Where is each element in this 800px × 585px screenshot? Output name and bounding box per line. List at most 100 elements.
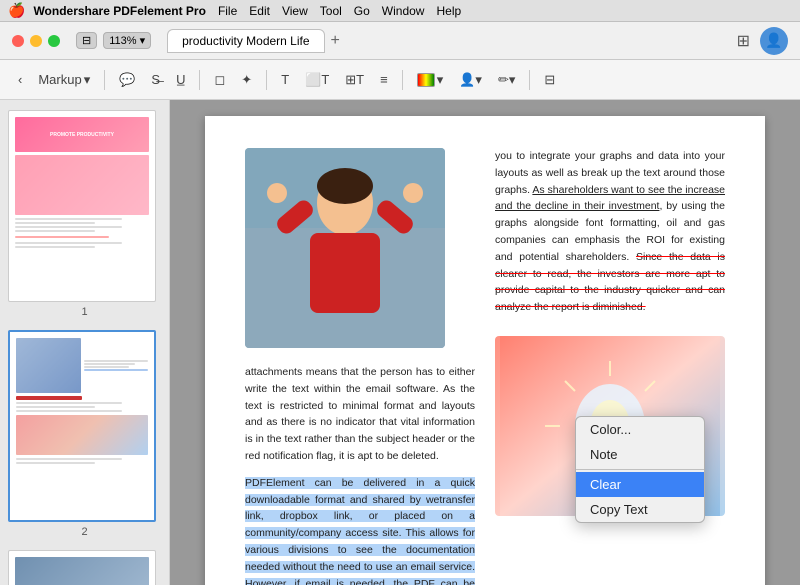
menu-tool[interactable]: Tool [320, 4, 342, 18]
thumb-img-2[interactable] [8, 330, 156, 522]
toolbar: ‹ Markup ▾ 💬 S̶ U̲ ◻ ✦ T ⬜T ⊞T ≡ ▾ 👤▾ ✏▾… [0, 60, 800, 100]
thumb-line [15, 242, 122, 244]
thumb-lines-2b [16, 458, 148, 464]
eraser-tool[interactable]: ◻ [208, 69, 231, 91]
thumb-cols-2 [16, 338, 148, 393]
doc-two-col: attachments means that the person has to… [245, 148, 725, 585]
context-menu: Color... Note Clear Copy Text [575, 416, 705, 523]
sidebar-toggle[interactable]: ⊟ [76, 32, 97, 49]
menu-go[interactable]: Go [354, 4, 370, 18]
app-name: Wondershare PDFelement Pro [33, 4, 206, 18]
align-tool[interactable]: ≡ [374, 69, 394, 90]
current-tab[interactable]: productivity Modern Life [167, 29, 324, 53]
thumb-line [15, 226, 122, 228]
pen-tool[interactable]: ✏▾ [492, 69, 521, 91]
thumb-img-3[interactable] [8, 550, 156, 585]
thumb-line [84, 369, 149, 371]
thumb-lines-1 [15, 218, 149, 248]
grid-icon[interactable]: ⊞ [733, 29, 754, 53]
thumb-content-1: PROMOTE PRODUCTIVITY [9, 111, 155, 301]
zoom-control[interactable]: 113% ▾ [103, 32, 151, 49]
comment-tool[interactable]: 💬 [113, 69, 141, 91]
menu-view[interactable]: View [282, 4, 308, 18]
thumb-line [16, 402, 122, 404]
page-thumb-1[interactable]: PROMOTE PRODUCTIVITY 1 [8, 110, 161, 318]
color-rect-tool[interactable]: ▾ [411, 69, 450, 91]
main-photo-svg [245, 148, 445, 348]
markup-dropdown[interactable]: Markup ▾ [32, 69, 96, 91]
ctx-color[interactable]: Color... [576, 417, 704, 442]
strikethrough-span: Since the data is clearer to read, the i… [495, 251, 725, 313]
underline-tool[interactable]: U̲ [170, 69, 191, 90]
window-controls: ⊟ 113% ▾ [76, 32, 151, 49]
thumb-left-img-2 [16, 338, 81, 393]
menu-window[interactable]: Window [382, 4, 425, 18]
main-layout: PROMOTE PRODUCTIVITY 1 [0, 100, 800, 585]
thumb-top-img-3 [15, 557, 149, 585]
thumb-line [15, 246, 95, 248]
clear-tool[interactable]: ✦ [235, 69, 258, 91]
underline-span: As shareholders want to see the increase… [495, 184, 725, 213]
thumb-line [15, 230, 95, 232]
doc-right-para: you to integrate your graphs and data in… [495, 148, 725, 316]
thumb-content-2 [10, 332, 154, 520]
title-bar-right: ⊞ 👤 [733, 27, 788, 55]
thumb-line [15, 236, 109, 238]
color-swatch-icon [417, 73, 435, 87]
thumb-title-1: PROMOTE PRODUCTIVITY [50, 132, 114, 138]
menu-file[interactable]: File [218, 4, 237, 18]
close-button[interactable] [12, 35, 24, 47]
thumb-line [16, 406, 95, 408]
apple-menu[interactable]: 🍎 [8, 2, 25, 19]
thumb-line [16, 462, 95, 464]
menu-edit[interactable]: Edit [249, 4, 270, 18]
tab-label: productivity Modern Life [182, 34, 309, 48]
ctx-clear[interactable]: Clear [576, 472, 704, 497]
ctx-separator [576, 469, 704, 470]
thumb-line [16, 410, 122, 412]
text-tool[interactable]: T [275, 69, 295, 90]
doc-para-highlight: PDFElement can be delivered in a quick d… [245, 475, 475, 585]
thumb-lines-2 [16, 402, 148, 412]
thumb-line [84, 360, 149, 362]
user-avatar[interactable]: 👤 [760, 27, 788, 55]
thumb-right-text-2 [84, 338, 149, 393]
doc-main-image [245, 148, 445, 348]
tab-bar: productivity Modern Life + [167, 29, 724, 53]
thumb-line [16, 458, 122, 460]
maximize-button[interactable] [48, 35, 60, 47]
thumb-bottom-img-2 [16, 415, 148, 455]
back-button[interactable]: ‹ [12, 69, 28, 90]
ctx-note[interactable]: Note [576, 442, 704, 467]
doc-area: attachments means that the person has to… [170, 100, 800, 585]
page-thumb-3[interactable]: 3 [8, 550, 161, 585]
markup-label: Markup [38, 72, 81, 87]
thumb-hero-1 [15, 155, 149, 215]
doc-right-col: you to integrate your graphs and data in… [495, 148, 725, 585]
minimize-button[interactable] [30, 35, 42, 47]
thumb-line [84, 366, 129, 368]
traffic-lights [12, 35, 60, 47]
menu-items: File Edit View Tool Go Window Help [218, 4, 461, 18]
panel-toggle[interactable]: ⊟ [538, 69, 561, 91]
thumb-header-1: PROMOTE PRODUCTIVITY [15, 117, 149, 152]
page-thumb-2[interactable]: 2 [8, 330, 161, 538]
menu-bar: 🍎 Wondershare PDFelement Pro File Edit V… [0, 0, 800, 22]
sidebar: PROMOTE PRODUCTIVITY 1 [0, 100, 170, 585]
textbox-tool[interactable]: ⬜T [299, 69, 335, 91]
separator-2 [199, 70, 200, 90]
new-tab-button[interactable]: + [331, 32, 340, 50]
doc-left-col: attachments means that the person has to… [245, 148, 475, 585]
page-num-1: 1 [8, 306, 161, 318]
callout-tool[interactable]: ⊞T [339, 69, 370, 91]
thumb-reports-2 [16, 396, 82, 400]
thumb-line [15, 218, 122, 220]
user-tool[interactable]: 👤▾ [453, 69, 488, 91]
menu-help[interactable]: Help [436, 4, 461, 18]
strikethrough-tool[interactable]: S̶ [145, 69, 166, 90]
page-num-2: 2 [8, 526, 161, 538]
thumb-img-1[interactable]: PROMOTE PRODUCTIVITY [8, 110, 156, 302]
highlighted-text: PDFElement can be delivered in a quick d… [245, 477, 475, 585]
ctx-copy-text[interactable]: Copy Text [576, 497, 704, 522]
thumb-content-3 [9, 551, 155, 585]
